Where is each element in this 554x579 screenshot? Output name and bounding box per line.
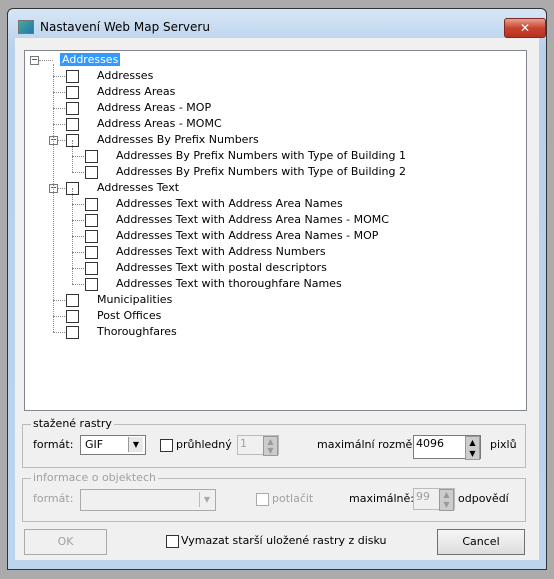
- objects-format-label: formát:: [33, 492, 74, 505]
- app-icon: [18, 20, 34, 34]
- format-label: formát:: [33, 438, 74, 451]
- layer-checkbox[interactable]: [66, 310, 79, 323]
- tree-line: [53, 76, 65, 77]
- tree-item[interactable]: Addresses Text with Address Area Names: [116, 196, 343, 212]
- tree-line: [72, 156, 84, 157]
- tree-item[interactable]: Address Areas: [97, 84, 175, 100]
- layer-checkbox[interactable]: [85, 150, 98, 163]
- transparent-label: průhledný: [176, 438, 232, 451]
- objects-max-value: 99: [416, 490, 430, 503]
- objects-format-select[interactable]: ▼: [80, 489, 216, 511]
- layer-checkbox[interactable]: [66, 118, 79, 131]
- ok-button[interactable]: OK: [24, 529, 107, 555]
- transparent-value: 1: [240, 437, 247, 450]
- tree-item[interactable]: Addresses Text: [97, 180, 179, 196]
- layer-checkbox[interactable]: [85, 214, 98, 227]
- layer-checkbox[interactable]: [85, 198, 98, 211]
- tree-line: [72, 204, 73, 220]
- layer-checkbox[interactable]: [85, 230, 98, 243]
- tree-line: [53, 300, 65, 301]
- tree-line: [72, 220, 73, 236]
- chevron-down-icon[interactable]: ▼: [128, 437, 143, 452]
- tree-item[interactable]: Thoroughfares: [97, 324, 177, 340]
- close-button[interactable]: ✕: [504, 18, 546, 38]
- tree-item[interactable]: Addresses By Prefix Numbers with Type of…: [116, 148, 406, 164]
- tree-line: [72, 268, 84, 269]
- objects-legend: informace o objektech: [31, 471, 158, 484]
- chevron-down-icon[interactable]: ▼: [199, 492, 214, 507]
- layer-checkbox[interactable]: [85, 166, 98, 179]
- format-select[interactable]: GIF ▼: [80, 435, 146, 455]
- delete-rasters-label: Vymazat starší uložené rastry z disku: [181, 534, 387, 547]
- tree-line: [72, 188, 73, 204]
- tree-line: [53, 92, 65, 93]
- objects-max-spinner[interactable]: 99 ▲ ▼: [413, 488, 455, 511]
- tree-line: [53, 108, 65, 109]
- spinner-arrows-icon[interactable]: ▲ ▼: [465, 436, 480, 460]
- tree-line: [72, 236, 84, 237]
- tree-item[interactable]: Addresses: [97, 68, 153, 84]
- responses-unit: odpovědí: [458, 492, 509, 505]
- layer-checkbox[interactable]: [66, 70, 79, 83]
- layer-checkbox[interactable]: [66, 294, 79, 307]
- tree-item[interactable]: Address Areas - MOMC: [97, 116, 222, 132]
- tree-line: [53, 124, 65, 125]
- tree-line: [72, 172, 84, 173]
- max-size-label: maximální rozměr:: [317, 438, 421, 451]
- suppress-label: potlačit: [272, 492, 314, 505]
- cancel-button[interactable]: Cancel: [437, 529, 525, 555]
- window-title: Nastavení Web Map Serveru: [40, 20, 210, 34]
- tree-line: [53, 332, 65, 333]
- tree-item[interactable]: Addresses By Prefix Numbers with Type of…: [116, 164, 406, 180]
- tree-line: [72, 204, 84, 205]
- tree-line: [72, 156, 73, 172]
- tree-line: [72, 284, 84, 285]
- tree-item[interactable]: Post Offices: [97, 308, 161, 324]
- layer-checkbox[interactable]: [66, 102, 79, 115]
- tree-item[interactable]: Addresses By Prefix Numbers: [97, 132, 259, 148]
- tree-root[interactable]: Addresses: [60, 52, 121, 68]
- tree-item[interactable]: Addresses Text with Address Area Names -…: [116, 212, 389, 228]
- objects-max-label: maximálně:: [349, 492, 414, 505]
- delete-rasters-checkbox[interactable]: [166, 535, 179, 548]
- tree-line: [72, 236, 73, 252]
- tree-item[interactable]: Municipalities: [97, 292, 172, 308]
- tree-item[interactable]: Addresses Text with Address Area Names -…: [116, 228, 378, 244]
- suppress-checkbox[interactable]: [256, 493, 269, 506]
- format-value: GIF: [85, 438, 104, 451]
- spinner-arrows-icon[interactable]: ▲ ▼: [263, 436, 278, 456]
- tree-line: [72, 252, 84, 253]
- transparent-spinner[interactable]: 1 ▲ ▼: [237, 435, 279, 456]
- max-size-spinner[interactable]: 4096 ▲ ▼: [413, 435, 481, 460]
- collapse-icon[interactable]: −: [30, 56, 39, 65]
- layer-checkbox[interactable]: [85, 278, 98, 291]
- layer-checkbox[interactable]: [85, 262, 98, 275]
- tree-item[interactable]: Addresses Text with postal descriptors: [116, 260, 327, 276]
- spinner-arrows-icon[interactable]: ▲ ▼: [439, 489, 454, 511]
- tree-line: [53, 316, 65, 317]
- layer-tree[interactable]: − Addresses Addresses Address Areas Addres…: [24, 50, 527, 411]
- tree-root-label: Addresses: [60, 53, 121, 66]
- tree-item[interactable]: Addresses Text with thoroughfare Names: [116, 276, 342, 292]
- pixels-unit: pixlů: [490, 438, 517, 451]
- layer-checkbox[interactable]: [66, 326, 79, 339]
- tree-line: [72, 252, 73, 268]
- tree-item[interactable]: Address Areas - MOP: [97, 100, 211, 116]
- rasters-legend: stažené rastry: [31, 417, 114, 430]
- max-size-value: 4096: [416, 437, 444, 450]
- tree-line: [72, 140, 73, 156]
- tree-line: [72, 268, 73, 284]
- layer-checkbox[interactable]: [85, 246, 98, 259]
- tree-line: [53, 64, 54, 332]
- layer-checkbox[interactable]: [66, 86, 79, 99]
- tree-line: [72, 220, 84, 221]
- tree-item[interactable]: Addresses Text with Address Numbers: [116, 244, 326, 260]
- transparent-checkbox[interactable]: [160, 439, 173, 452]
